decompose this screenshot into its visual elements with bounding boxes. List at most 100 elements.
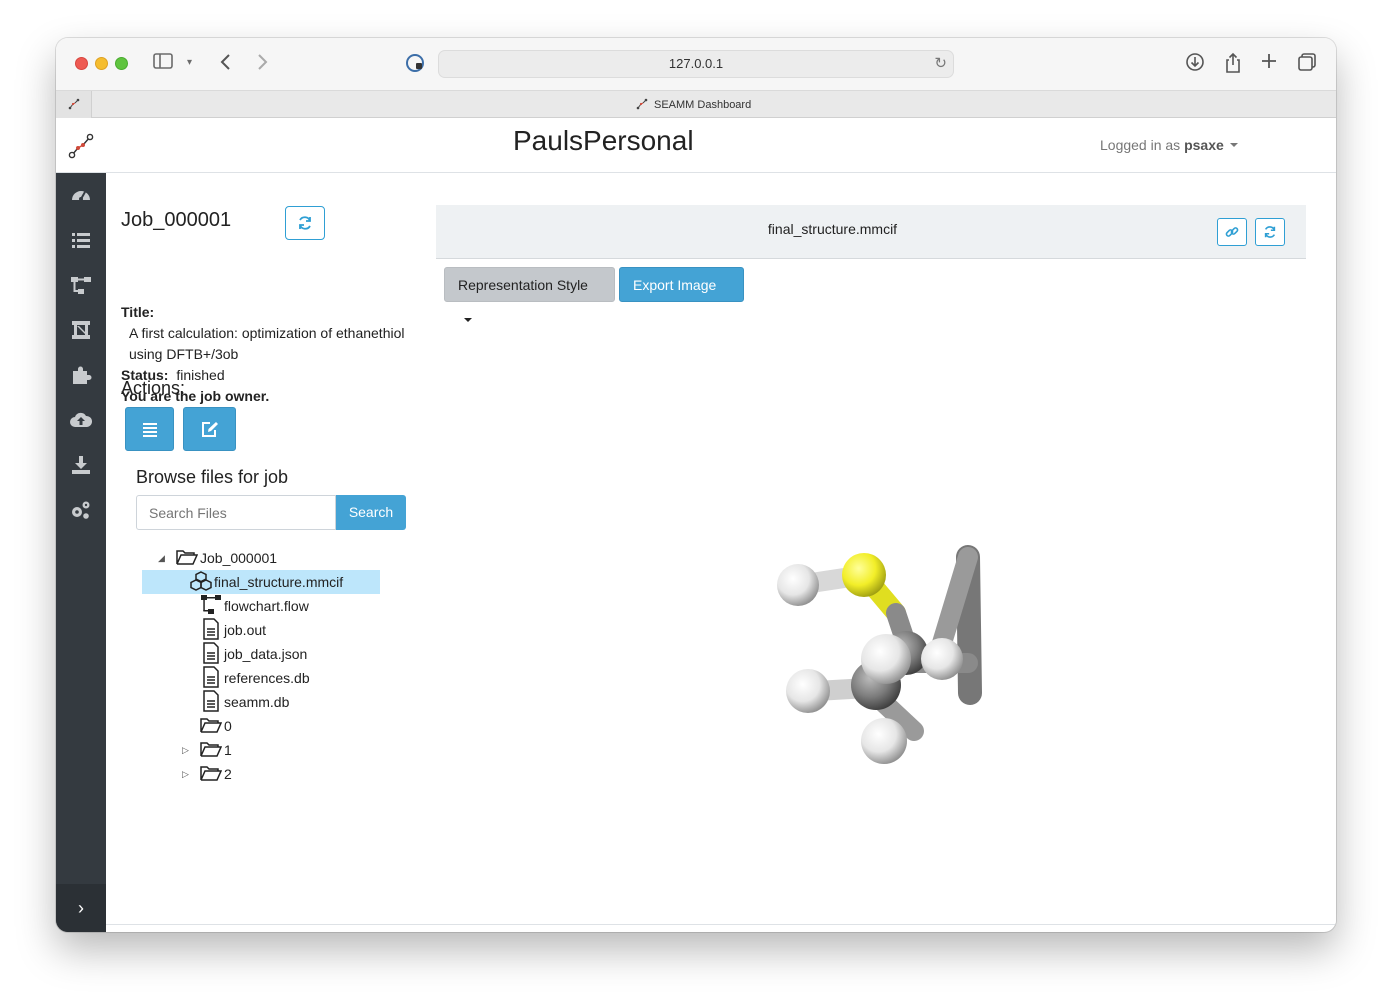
tree-folder-1[interactable]: 1 <box>200 738 232 762</box>
dashboard-icon[interactable] <box>69 183 93 207</box>
address-url: 127.0.0.1 <box>668 56 724 71</box>
edit-icon <box>201 422 218 437</box>
tab-title-text: SEAMM Dashboard <box>654 99 752 111</box>
hydrogen-atom <box>861 718 907 764</box>
search-button[interactable]: Search <box>336 495 406 530</box>
edit-job-button[interactable] <box>183 407 236 451</box>
new-tab-icon[interactable] <box>1260 52 1278 75</box>
molecule-viewer[interactable] <box>436 313 1306 913</box>
tree-file-label: flowchart.flow <box>224 598 309 614</box>
username: psaxe <box>1184 137 1224 153</box>
tree-file-label: references.db <box>224 670 310 686</box>
tab-overview-icon[interactable] <box>1297 52 1317 77</box>
refresh-viewer-button[interactable] <box>1255 218 1285 246</box>
chevron-down-icon[interactable]: ▾ <box>187 52 192 74</box>
projects-icon[interactable] <box>69 318 93 342</box>
flowchart-icon[interactable] <box>69 273 93 297</box>
divider <box>106 924 1336 925</box>
main-content: Job_000001 Title: A first calculation: o… <box>106 173 1336 925</box>
chevron-right-icon: › <box>78 898 84 918</box>
hydrogen-atom <box>921 638 963 680</box>
folder-open-icon <box>176 550 198 565</box>
seamm-logo-icon[interactable] <box>68 133 94 159</box>
folder-open-icon <box>200 718 222 733</box>
job-title-line2: using DFTB+/3ob <box>129 346 239 362</box>
tree-file-job-out[interactable]: job.out <box>200 618 266 642</box>
title-label: Title: <box>121 304 155 320</box>
login-prefix: Logged in as <box>1100 137 1181 153</box>
back-icon[interactable] <box>219 52 233 77</box>
viewer-file-name: final_structure.mmcif <box>767 221 898 237</box>
app-header: PaulsPersonal Logged in as psaxe <box>56 119 1336 173</box>
tree-file-label: final_structure.mmcif <box>214 574 344 590</box>
list-icon <box>142 423 157 437</box>
download-icon[interactable] <box>69 453 93 477</box>
browse-files-heading: Browse files for job <box>136 467 289 487</box>
tree-file-seamm-db[interactable]: seamm.db <box>200 690 289 714</box>
job-name: Job_000001 <box>121 209 232 231</box>
tree-file-label: job.out <box>224 622 267 638</box>
tree-file-flowchart[interactable]: flowchart.flow <box>200 594 309 618</box>
share-icon[interactable] <box>1224 52 1242 79</box>
tree-folder-0[interactable]: 0 <box>200 714 232 738</box>
hydrogen-atom <box>786 669 830 713</box>
file-text-icon <box>203 666 219 688</box>
flowchart-icon <box>201 595 221 614</box>
refresh-icon <box>1264 226 1276 238</box>
refresh-job-button[interactable] <box>285 206 325 240</box>
export-image-dropdown[interactable]: Export Image <box>619 267 744 322</box>
molecule-structure <box>777 545 982 764</box>
copy-link-button[interactable] <box>1217 218 1247 246</box>
file-text-icon <box>203 642 219 664</box>
tree-file-job-data[interactable]: job_data.json <box>200 642 307 666</box>
tree-file-label: job_data.json <box>224 646 308 662</box>
downloads-icon[interactable] <box>1185 52 1205 77</box>
representation-style-label: Representation Style <box>458 277 588 293</box>
app-title: PaulsPersonal <box>513 125 694 156</box>
tree-folder-label: 2 <box>224 766 232 782</box>
zoom-window-button[interactable] <box>115 57 128 70</box>
sulfur-atom <box>842 553 886 597</box>
sidebar-toggle-icon[interactable] <box>153 52 173 75</box>
tree-file-references[interactable]: references.db <box>200 666 310 690</box>
refresh-icon <box>299 216 311 230</box>
representation-style-dropdown[interactable]: Representation Style <box>444 267 615 322</box>
file-text-icon <box>203 690 219 712</box>
seamm-logo-icon <box>68 98 80 110</box>
minimize-window-button[interactable] <box>95 57 108 70</box>
sidebar-expand-button[interactable]: › <box>56 884 106 932</box>
seamm-logo-icon <box>636 98 648 110</box>
password-manager-icon[interactable] <box>406 54 424 72</box>
tree-folder-2[interactable]: 2 <box>200 762 232 786</box>
caret-down-icon <box>1229 143 1238 147</box>
view-job-list-button[interactable] <box>125 407 174 451</box>
folder-open-icon <box>200 766 222 781</box>
export-image-label: Export Image <box>633 277 717 293</box>
browser-toolbar: ▾ 127.0.0.1 ↻ <box>56 38 1336 90</box>
expand-toggle-icon[interactable]: ▷ <box>182 745 189 756</box>
sidebar: › <box>56 173 106 932</box>
upload-icon[interactable] <box>69 408 93 432</box>
tree-folder-label: 0 <box>224 718 232 734</box>
tree-folder-label: 1 <box>224 742 232 758</box>
cubes-icon <box>190 571 212 591</box>
user-menu[interactable]: Logged in as psaxe <box>1100 137 1238 153</box>
plugins-icon[interactable] <box>69 363 93 387</box>
tree-file-final-structure[interactable]: final_structure.mmcif <box>142 570 380 594</box>
tree-folder-root[interactable]: Job_000001 <box>176 546 277 570</box>
settings-icon[interactable] <box>69 498 93 522</box>
address-bar[interactable]: 127.0.0.1 ↻ <box>438 50 954 78</box>
link-icon <box>1225 227 1239 237</box>
list-icon[interactable] <box>69 228 93 252</box>
tree-root-label: Job_000001 <box>200 550 278 566</box>
reload-icon[interactable]: ↻ <box>934 51 947 77</box>
active-tab[interactable]: SEAMM Dashboard <box>636 98 751 111</box>
close-window-button[interactable] <box>75 57 88 70</box>
collapse-toggle-icon[interactable]: ◢ <box>158 553 165 564</box>
expand-toggle-icon[interactable]: ▷ <box>182 769 189 780</box>
search-files-input[interactable] <box>136 495 336 530</box>
pinned-tab[interactable] <box>56 91 92 118</box>
tab-bar: SEAMM Dashboard <box>56 90 1336 118</box>
folder-open-icon <box>200 742 222 757</box>
forward-icon[interactable] <box>255 52 269 77</box>
